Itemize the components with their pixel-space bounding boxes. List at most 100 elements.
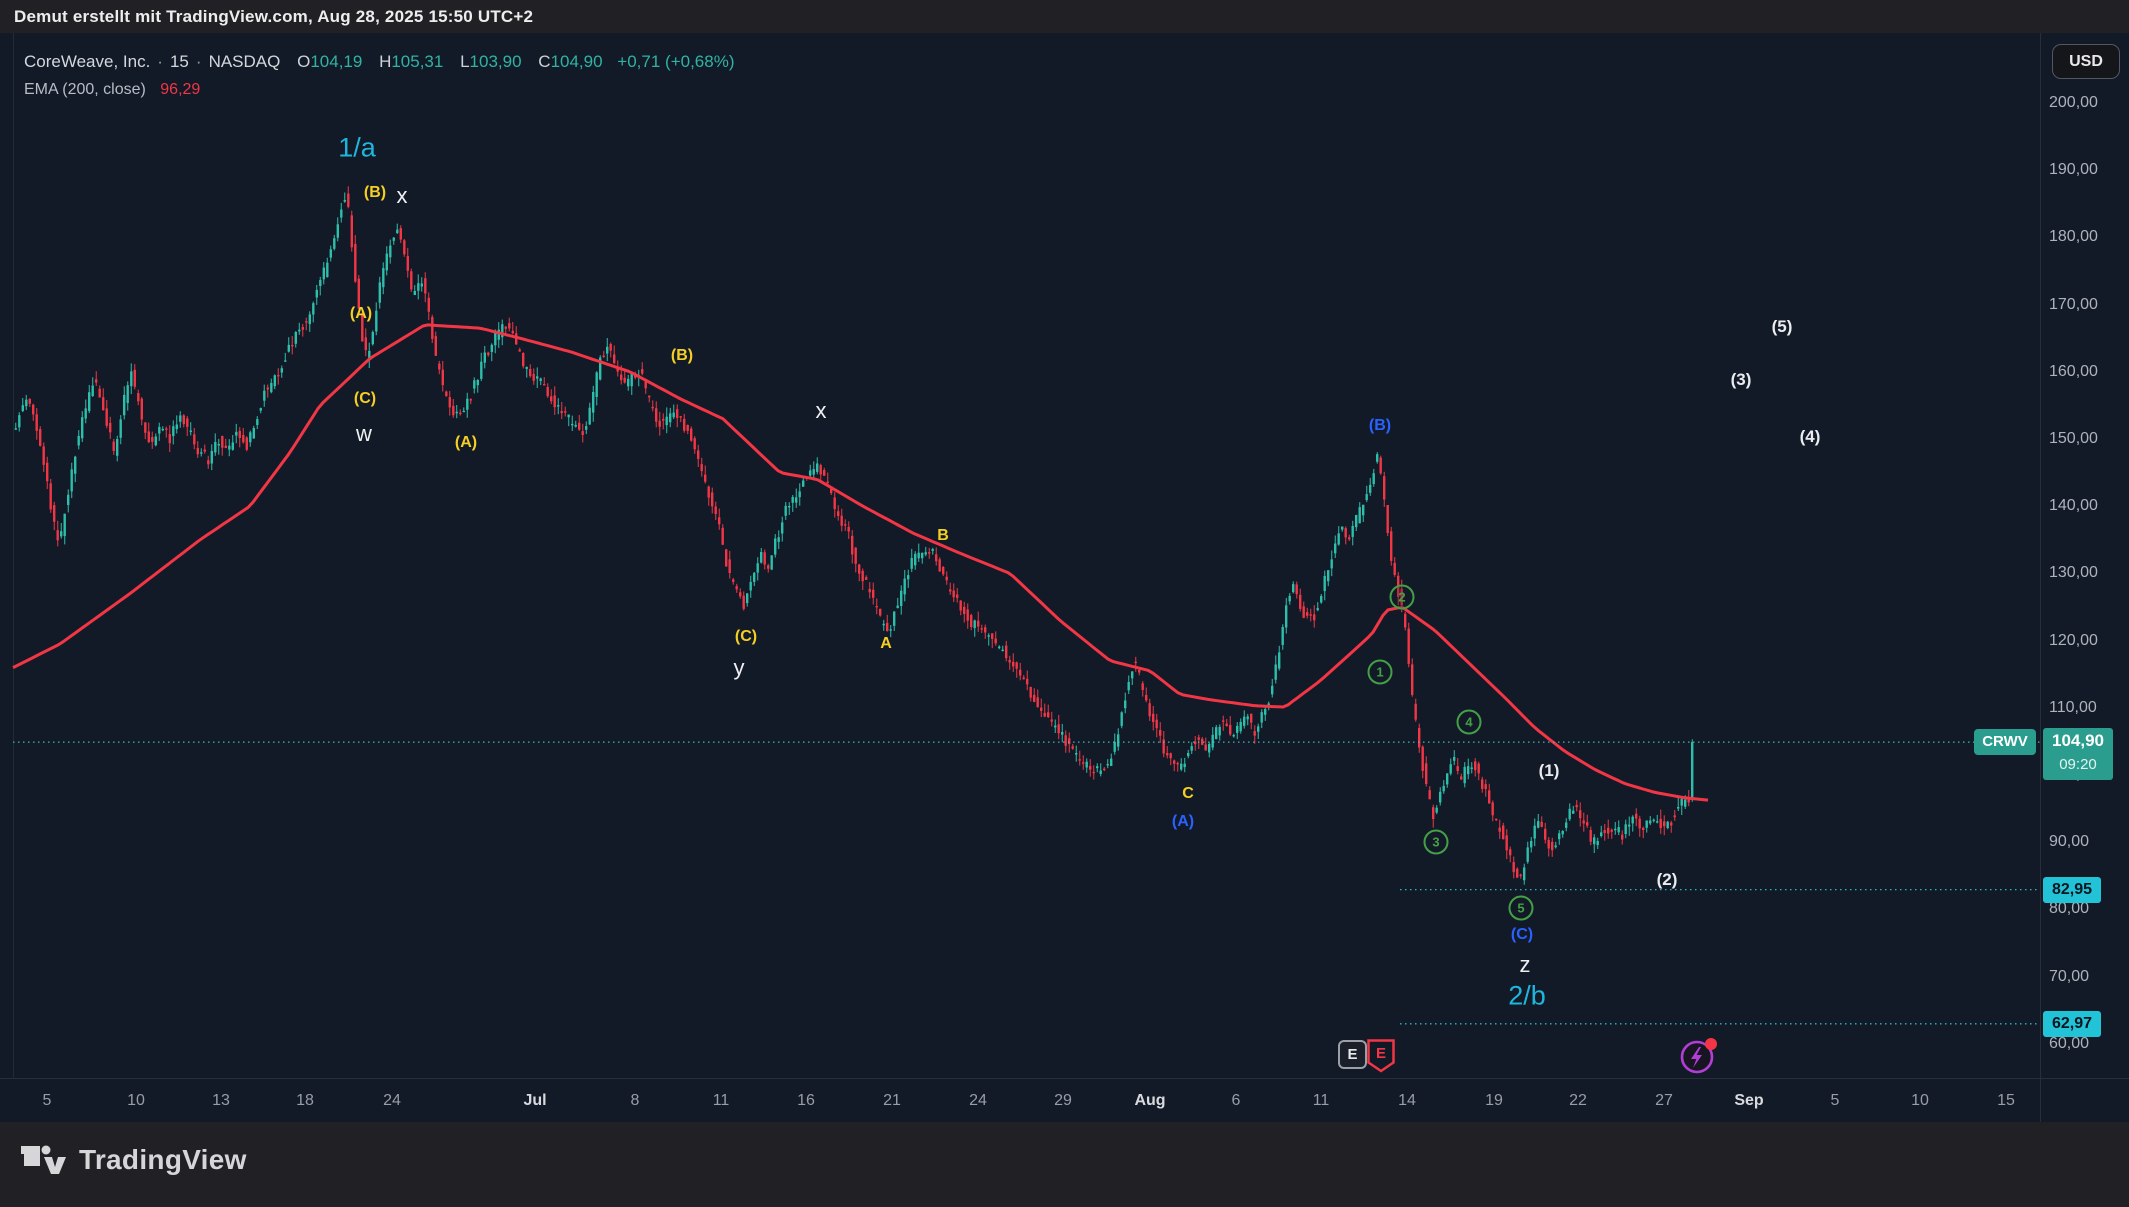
time-tick-label: 10	[127, 1092, 145, 1110]
price-tick-label: 140,00	[2049, 497, 2098, 515]
watermark-text: Demut erstellt mit TradingView.com, Aug …	[14, 7, 533, 26]
wave-label-3[interactable]: (3)	[1731, 370, 1752, 390]
time-tick-label: Jul	[523, 1092, 546, 1110]
time-tick-label: 11	[713, 1092, 730, 1110]
time-tick-label: Aug	[1134, 1092, 1165, 1110]
wave-label-b[interactable]: (B)	[364, 184, 386, 202]
time-tick-label: 6	[1232, 1092, 1241, 1110]
symbol-price-label[interactable]: CRWV	[1974, 729, 2036, 755]
wave-label-1[interactable]: 1	[1368, 660, 1393, 685]
ohlc-open-label: O	[297, 52, 310, 71]
wave-label-y[interactable]: y	[734, 655, 745, 681]
wave-label-5[interactable]: 5	[1509, 896, 1534, 921]
wave-label-b[interactable]: B	[937, 527, 949, 545]
ohlc-close-label: C	[538, 52, 550, 71]
indicator-name[interactable]: EMA (200, close)	[24, 81, 146, 98]
time-tick-label: 21	[883, 1092, 901, 1110]
ohlc-high-value: 105,31	[391, 52, 443, 71]
ohlc-low-label: L	[460, 52, 469, 71]
wave-label-4[interactable]: (4)	[1800, 427, 1821, 447]
wave-label-z[interactable]: z	[1520, 952, 1531, 978]
ohlc-high-label: H	[379, 52, 391, 71]
earnings-shield-icon[interactable]: E	[1366, 1038, 1396, 1078]
wave-label-a[interactable]: (A)	[350, 305, 372, 323]
currency-button[interactable]: USD	[2052, 44, 2120, 79]
time-tick-label: 5	[1831, 1092, 1840, 1110]
watermark-bar: Demut erstellt mit TradingView.com, Aug …	[0, 0, 2129, 33]
tradingview-logo-icon	[20, 1145, 66, 1175]
svg-text:E: E	[1376, 1045, 1386, 1062]
price-tick-label: 80,00	[2049, 900, 2089, 918]
wave-label-c[interactable]: (C)	[735, 628, 757, 646]
legend[interactable]: CoreWeave, Inc.·15·NASDAQ O104,19 H105,3…	[24, 52, 735, 99]
wave-label-x[interactable]: x	[816, 398, 827, 424]
legend-separator: ·	[196, 52, 202, 71]
wave-label-5[interactable]: (5)	[1772, 317, 1793, 337]
time-tick-label: 27	[1655, 1092, 1673, 1110]
time-tick-label: 24	[383, 1092, 401, 1110]
price-tick-label: 130,00	[2049, 564, 2098, 582]
wave-label-1a[interactable]: 1/a	[338, 133, 376, 164]
wave-label-2[interactable]: (2)	[1657, 870, 1678, 890]
ohlc-close-value: 104,90	[551, 52, 603, 71]
price-tick-label: 90,00	[2049, 833, 2089, 851]
chart-canvas[interactable]	[0, 33, 2040, 1078]
time-tick-label: 11	[1313, 1092, 1330, 1110]
wave-label-c[interactable]: (C)	[354, 390, 376, 408]
wave-label-a[interactable]: (A)	[455, 434, 477, 452]
last-price-value: 104,90	[2043, 728, 2113, 754]
time-tick-label: 19	[1485, 1092, 1503, 1110]
price-tick-label: 190,00	[2049, 161, 2098, 179]
tradingview-logo[interactable]: TradingView	[20, 1144, 247, 1176]
time-tick-label: 8	[631, 1092, 640, 1110]
time-tick-label: Sep	[1734, 1092, 1763, 1110]
price-scale[interactable]: USD 104,90 09:20 82,95 62,97 200,00 190,0…	[2040, 33, 2129, 1122]
price-tick-label: 150,00	[2049, 430, 2098, 448]
time-tick-label: 15	[1997, 1092, 2015, 1110]
indicator-legend-row[interactable]: EMA (200, close) 96,29	[24, 81, 735, 99]
price-tick-label: 180,00	[2049, 228, 2098, 246]
wave-label-c[interactable]: C	[1182, 785, 1194, 803]
wave-label-2b[interactable]: 2/b	[1508, 981, 1546, 1012]
time-scale[interactable]: 510131824Jul81116212429Aug61114192227Sep…	[0, 1078, 2129, 1122]
price-tick-label: 160,00	[2049, 363, 2098, 381]
wave-label-3[interactable]: 3	[1424, 830, 1449, 855]
time-tick-label: 16	[797, 1092, 815, 1110]
price-level-badge[interactable]: 62,97	[2043, 1011, 2101, 1037]
flash-news-icon[interactable]	[1678, 1036, 1720, 1081]
time-tick-label: 18	[296, 1092, 314, 1110]
tradingview-logo-text: TradingView	[79, 1144, 247, 1176]
symbol-interval[interactable]: 15	[170, 52, 189, 71]
wave-label-b[interactable]: (B)	[1369, 417, 1391, 435]
time-tick-label: 22	[1569, 1092, 1587, 1110]
wave-label-w[interactable]: w	[356, 421, 372, 447]
symbol-exchange[interactable]: NASDAQ	[209, 52, 281, 71]
wave-label-a[interactable]: (A)	[1172, 813, 1194, 831]
symbol-legend-row[interactable]: CoreWeave, Inc.·15·NASDAQ O104,19 H105,3…	[24, 52, 735, 72]
last-price-badge[interactable]: 104,90 09:20	[2043, 728, 2113, 780]
price-tick-label: 60,00	[2049, 1035, 2089, 1053]
price-tick-label: 200,00	[2049, 94, 2098, 112]
earnings-marker-icon[interactable]: E	[1338, 1040, 1367, 1069]
tradingview-screenshot: { "watermark": "Demut erstellt mit Tradi…	[0, 0, 2129, 1207]
time-tick-label: 5	[43, 1092, 52, 1110]
wave-label-4[interactable]: 4	[1457, 710, 1482, 735]
ohlc-low-value: 103,90	[470, 52, 522, 71]
price-tick-label: 70,00	[2049, 968, 2089, 986]
wave-label-1[interactable]: (1)	[1539, 761, 1560, 781]
time-tick-label: 24	[969, 1092, 987, 1110]
price-level-badge[interactable]: 82,95	[2043, 877, 2101, 903]
wave-label-2[interactable]: 2	[1390, 585, 1415, 610]
wave-label-x[interactable]: x	[397, 183, 408, 209]
time-tick-label: 10	[1911, 1092, 1929, 1110]
wave-label-c[interactable]: (C)	[1511, 926, 1533, 944]
indicator-value: 96,29	[160, 81, 200, 98]
price-change: +0,71 (+0,68%)	[617, 52, 734, 71]
ohlc-open-value: 104,19	[310, 52, 362, 71]
price-tick-label: 170,00	[2049, 296, 2098, 314]
footer-bar: TradingView	[0, 1122, 2129, 1207]
time-tick-label: 13	[212, 1092, 230, 1110]
wave-label-b[interactable]: (B)	[671, 347, 693, 365]
symbol-name[interactable]: CoreWeave, Inc.	[24, 52, 150, 71]
wave-label-a[interactable]: A	[880, 635, 892, 653]
